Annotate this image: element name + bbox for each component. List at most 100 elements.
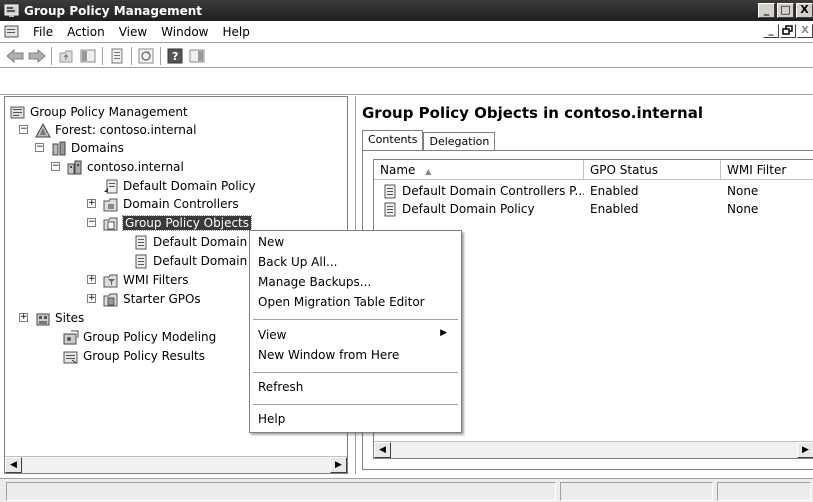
status-pane-main [6, 482, 556, 501]
mdi-restore-button[interactable] [780, 24, 796, 38]
scroll-right-arrow-icon[interactable]: ▶ [797, 442, 813, 458]
forest-icon [35, 122, 51, 138]
title-bar: Group Policy Management _ □ X [0, 0, 813, 21]
tab-strip: Contents Delegation [362, 130, 496, 150]
tree-node-gp-modeling[interactable]: Group Policy Modeling [63, 328, 216, 346]
show-hide-tree-icon[interactable] [77, 46, 99, 66]
expand-toggle[interactable]: + [87, 199, 96, 208]
tree-node-label: Domains [71, 141, 124, 155]
row-name: Default Domain Policy [402, 202, 535, 216]
scroll-left-arrow-icon[interactable]: ◀ [374, 442, 391, 458]
sites-icon [35, 311, 51, 326]
mdi-minimize-button[interactable]: _ [763, 24, 779, 38]
context-menu: New Back Up All... Manage Backups... Ope… [249, 230, 462, 433]
properties-icon[interactable] [106, 46, 128, 66]
context-menu-back-up-all[interactable]: Back Up All... [258, 255, 337, 273]
tree-node-domain-controllers[interactable]: + Domain Controllers [87, 195, 239, 213]
collapse-toggle[interactable]: − [19, 125, 28, 134]
expand-toggle[interactable]: + [87, 294, 96, 303]
context-menu-help[interactable]: Help [258, 412, 285, 430]
minimize-button[interactable]: _ [758, 3, 775, 18]
tree-node-default-domain-policy-link[interactable]: Default Domain Policy [103, 177, 256, 195]
tree-node-label: Sites [55, 311, 85, 325]
expand-toggle[interactable]: + [87, 275, 96, 284]
menu-file[interactable]: File [26, 25, 60, 39]
expand-toggle[interactable]: + [19, 313, 28, 322]
submenu-arrow-icon: ▶ [440, 328, 447, 338]
toolbar-separator [131, 46, 132, 65]
context-menu-new[interactable]: New [258, 235, 284, 253]
gpo-icon [382, 202, 398, 217]
menu-action[interactable]: Action [60, 25, 112, 39]
tree-node-forest[interactable]: − Forest: contoso.internal [19, 121, 197, 139]
refresh-icon[interactable] [135, 46, 157, 66]
tree-node-sites[interactable]: + Sites [19, 309, 84, 327]
scroll-left-arrow-icon[interactable]: ◀ [5, 457, 22, 473]
context-menu-open-migration-table-editor[interactable]: Open Migration Table Editor [258, 295, 425, 313]
tree-node-label: Group Policy Management [30, 105, 188, 119]
modeling-icon [63, 330, 79, 345]
list-horizontal-scrollbar[interactable]: ◀ ▶ [374, 441, 813, 458]
context-menu-view[interactable]: View ▶ [258, 328, 455, 346]
tree-node-starter-gpos[interactable]: + Starter GPOs [87, 290, 201, 308]
toolbar-separator [51, 46, 52, 65]
toolbar: ? [0, 44, 813, 68]
row-name: Default Domain Controllers P... [402, 184, 584, 198]
show-action-pane-icon[interactable] [186, 46, 208, 66]
forward-arrow-icon[interactable] [26, 46, 48, 66]
column-header-gpo-status[interactable]: GPO Status [584, 160, 721, 180]
wmi-filter-icon [103, 273, 119, 288]
tree-node-label: Starter GPOs [123, 292, 201, 306]
context-menu-new-window-from-here[interactable]: New Window from Here [258, 348, 399, 366]
tab-delegation[interactable]: Delegation [423, 132, 496, 150]
tree-node-group-policy-objects[interactable]: − Group Policy Objects [87, 214, 253, 232]
tree-node-label: Domain Controllers [123, 197, 239, 211]
svg-text:?: ? [172, 50, 178, 63]
menu-view[interactable]: View [112, 25, 154, 39]
tree-node-label: Default Domain Policy [153, 254, 253, 268]
gpo-link-icon [103, 179, 119, 194]
tree-node-label: Forest: contoso.internal [55, 123, 197, 137]
help-icon[interactable]: ? [164, 46, 186, 66]
scroll-right-arrow-icon[interactable]: ▶ [330, 457, 347, 473]
list-header: Name ▲ GPO Status WMI Filter [374, 160, 813, 180]
tab-contents[interactable]: Contents [362, 130, 424, 150]
collapse-toggle[interactable]: − [87, 218, 96, 227]
back-arrow-icon[interactable] [4, 46, 26, 66]
close-button[interactable]: X [796, 3, 813, 18]
gpm-console-icon [10, 105, 26, 120]
tree-horizontal-scrollbar[interactable]: ◀ ▶ [5, 456, 347, 473]
tree-node-gpo-default-domain-policy[interactable]: Default Domain Policy [133, 252, 253, 270]
context-menu-manage-backups[interactable]: Manage Backups... [258, 275, 371, 293]
column-header-label: Name [380, 163, 416, 177]
status-pane-tertiary [717, 482, 811, 501]
mdi-close-button[interactable]: X [797, 24, 813, 38]
row-status: Enabled [590, 202, 639, 216]
tree-node-domains[interactable]: − Domains [35, 139, 124, 157]
tree-node-gpm-root[interactable]: Group Policy Management [10, 103, 188, 121]
up-folder-icon[interactable] [55, 46, 77, 66]
column-header-wmi-filter[interactable]: WMI Filter [721, 160, 813, 180]
collapse-toggle[interactable]: − [35, 143, 44, 152]
list-row[interactable]: Default Domain Controllers P... Enabled … [374, 182, 813, 200]
status-bar [0, 478, 813, 502]
domains-icon [51, 141, 67, 156]
gpm-app-icon [4, 4, 20, 18]
menu-bar: File Action View Window Help _ X [0, 21, 813, 43]
context-menu-view-label: View [258, 328, 287, 342]
context-menu-refresh[interactable]: Refresh [258, 380, 303, 398]
maximize-button[interactable]: □ [777, 3, 794, 18]
tree-node-gpo-default-dc-policy[interactable]: Default Domain Controllers Policy [133, 233, 253, 251]
menu-window[interactable]: Window [154, 25, 215, 39]
menu-help[interactable]: Help [216, 25, 257, 39]
toolbar-separator [160, 46, 161, 65]
tree-node-label: Group Policy Modeling [83, 330, 217, 344]
column-header-name[interactable]: Name ▲ [374, 160, 584, 180]
tree-node-contoso-domain[interactable]: − contoso.internal [51, 158, 184, 176]
document-window-icon[interactable] [4, 25, 20, 39]
tree-node-wmi-filters[interactable]: + WMI Filters [87, 271, 189, 289]
list-row[interactable]: Default Domain Policy Enabled None [374, 200, 813, 218]
status-pane-secondary [560, 482, 713, 501]
tree-node-gp-results[interactable]: Group Policy Results [63, 347, 205, 365]
collapse-toggle[interactable]: − [51, 162, 60, 171]
